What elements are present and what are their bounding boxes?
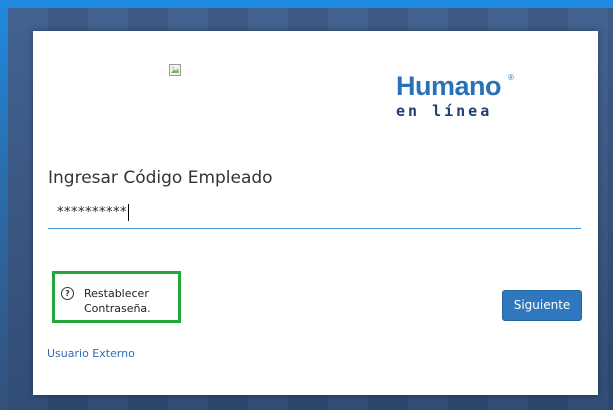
humano-en-linea-logo: Humano ® en línea: [396, 71, 526, 131]
password-value: **********: [57, 204, 129, 221]
window-left-border: [0, 0, 8, 410]
window-top-border: [0, 0, 613, 8]
logo-brand: Humano: [396, 71, 502, 101]
broken-image-icon: [169, 64, 181, 76]
reset-line-1: Restablecer: [84, 287, 149, 300]
next-button[interactable]: Siguiente: [502, 290, 582, 321]
logo-tagline: en línea: [396, 102, 493, 120]
external-user-link[interactable]: Usuario Externo: [47, 347, 135, 360]
employee-code-input[interactable]: **********: [48, 198, 581, 229]
text-caret: [128, 204, 129, 221]
reset-password-link[interactable]: ? Restablecer Contraseña.: [61, 286, 181, 316]
login-card: Humano ® en línea Ingresar Código Emplea…: [33, 31, 598, 395]
help-circle-icon: ?: [61, 287, 74, 300]
logo-registered-mark: ®: [508, 73, 514, 82]
reset-line-2: Contraseña.: [84, 302, 151, 315]
employee-code-label: Ingresar Código Empleado: [48, 168, 273, 188]
reset-password-text: Restablecer Contraseña.: [84, 286, 151, 316]
